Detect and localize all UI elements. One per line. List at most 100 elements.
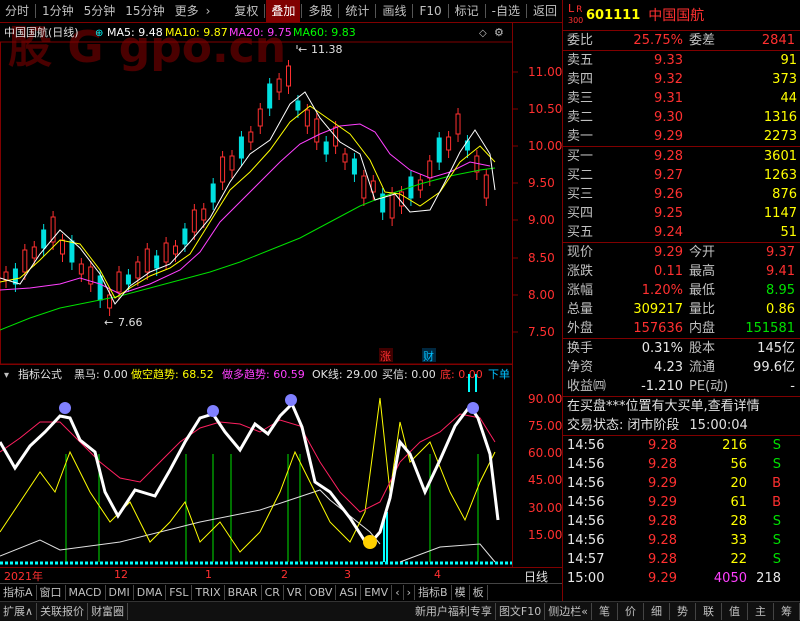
status-tab-shi[interactable]: 势 [670, 603, 696, 620]
notice-link[interactable]: 在买盘***位置有大买单,查看详情 [563, 396, 800, 416]
tab-obv[interactable]: OBV [306, 585, 337, 600]
tab-vr[interactable]: VR [284, 585, 307, 600]
buy-level-row[interactable]: 买三 9.26 876 [563, 185, 800, 204]
sell-level-row[interactable]: 卖二 9.30 1316 [563, 108, 800, 127]
trade-state-label: 交易状态: [567, 418, 624, 433]
status-expand-button[interactable]: 扩展∧ [0, 603, 38, 620]
tab-dma[interactable]: DMA [134, 585, 167, 600]
tick-row[interactable]: 14:56 9.29 61 B [563, 493, 800, 512]
svg-text:←: ← [298, 43, 307, 56]
tab-indicator-a[interactable]: 指标A [0, 585, 37, 600]
status-new-user-link[interactable]: 新用户福利专享 [412, 603, 496, 620]
x-axis-label: 12 [114, 568, 128, 581]
sell-level-price: 9.32 [654, 72, 683, 87]
indicator-tick: 90.00 [528, 392, 562, 406]
buy-level-row[interactable]: 买五 9.24 51 [563, 223, 800, 242]
toolbar-diejia-button[interactable]: 叠加 [266, 0, 301, 22]
svg-text:←: ← [104, 316, 113, 329]
tab-scroll-left-icon[interactable]: ‹ [392, 585, 404, 600]
tick-row[interactable]: 14:56 9.29 20 B [563, 474, 800, 493]
tick-row[interactable]: 14:56 9.28 28 S [563, 512, 800, 531]
status-tab-chou[interactable]: 筹 [774, 603, 800, 620]
diamond-icon[interactable]: ◇ [479, 28, 487, 39]
status-tab-zhu[interactable]: 主 [748, 603, 774, 620]
sell-level-row[interactable]: 卖四 9.32 373 [563, 70, 800, 89]
tab-template-2[interactable]: 板 [470, 585, 488, 600]
toolbar-f10-button[interactable]: F10 [414, 0, 446, 22]
kline-chart-area[interactable]: 股 G gpo.cn 中国国航(日线) ⊕ MA5: 9.48 MA10: 9.… [0, 22, 562, 567]
indicator-zuoduo: 做多趋势: 60.59 [222, 367, 305, 381]
candlesticks[interactable] [3, 60, 489, 316]
tick-row[interactable]: 14:56 9.28 33 S [563, 531, 800, 550]
tab-window[interactable]: 窗口 [37, 585, 66, 600]
toolbar-zixuan-button[interactable]: -自选 [487, 0, 525, 22]
lr-badge[interactable]: L R 300 [568, 3, 584, 26]
toolbar-back-button[interactable]: 返回 [528, 0, 562, 22]
tab-cr[interactable]: CR [262, 585, 284, 600]
buy-level-price: 9.26 [654, 187, 683, 202]
tick-row[interactable]: 14:57 9.28 22 S [563, 550, 800, 569]
tab-template-1[interactable]: 模 [452, 585, 470, 600]
tab-macd[interactable]: MACD [66, 585, 106, 600]
toolbar-tab-15min[interactable]: 15分钟 [120, 0, 169, 22]
status-tab-lian[interactable]: 联 [696, 603, 722, 620]
tab-dmi[interactable]: DMI [106, 585, 134, 600]
tab-asi[interactable]: ASI [336, 585, 362, 600]
tab-fsl[interactable]: FSL [166, 585, 193, 600]
tab-brar[interactable]: BRAR [225, 585, 262, 600]
status-related-quote-button[interactable]: 关联报价 [37, 603, 89, 620]
toolbar-tongji-button[interactable]: 统计 [340, 0, 374, 22]
tick-row[interactable]: 14:56 9.28 216 S [563, 436, 800, 455]
status-tab-xi[interactable]: 细 [644, 603, 670, 620]
sell-level-row[interactable]: 卖一 9.29 2273 [563, 127, 800, 146]
tick-row[interactable]: 15:00 9.29 4050 218 [563, 569, 800, 588]
toolbar-more-button[interactable]: 更多 [170, 0, 204, 22]
price-tick: 11.00 [528, 65, 562, 79]
toolbar-duogu-button[interactable]: 多股 [303, 0, 337, 22]
tick-row[interactable]: 14:56 9.28 56 S [563, 455, 800, 474]
sell-level-price: 9.29 [654, 129, 683, 144]
status-tab-zhi[interactable]: 值 [722, 603, 748, 620]
high-price-label: 11.38 [311, 43, 343, 56]
status-wealth-circle-button[interactable]: 财富圈 [88, 603, 129, 620]
sell-level-row[interactable]: 卖五 9.33 91 [563, 51, 800, 70]
tick-time: 14:56 [567, 495, 605, 510]
toolbar-more-arrow-icon[interactable]: › [204, 0, 213, 22]
candle-body [304, 109, 310, 127]
candle-body [361, 175, 367, 199]
status-f10-button[interactable]: 图文F10 [496, 603, 546, 620]
tab-emv[interactable]: EMV [361, 585, 393, 600]
sell-level-label: 卖四 [567, 72, 594, 87]
indicator-collapse-icon[interactable]: ▾ [4, 370, 9, 381]
stat-label: 外盘 [567, 321, 594, 336]
candle-body [229, 155, 235, 171]
x-axis-label: 2 [281, 568, 288, 581]
tick-volume: 216 [722, 438, 747, 453]
status-sidebar-button[interactable]: 侧边栏« [545, 603, 592, 620]
trend-line-1 [0, 489, 381, 557]
settings-icon[interactable]: ⚙ [494, 26, 504, 39]
toolbar-separator [447, 4, 449, 18]
ma10-line [0, 105, 496, 299]
buy-level-row[interactable]: 买二 9.27 1263 [563, 166, 800, 185]
toolbar-huaxian-button[interactable]: 画线 [377, 0, 411, 22]
status-tab-bi[interactable]: 笔 [592, 603, 618, 620]
tab-trix[interactable]: TRIX [192, 585, 225, 600]
buy-level-row[interactable]: 买四 9.25 1147 [563, 204, 800, 223]
toolbar-tab-fenshi[interactable]: 分时 [0, 0, 34, 22]
toolbar-tab-1min[interactable]: 1分钟 [37, 0, 79, 22]
toolbar-biaoji-button[interactable]: 标记 [450, 0, 484, 22]
candle-body [69, 240, 75, 263]
toolbar-tab-5min[interactable]: 5分钟 [79, 0, 121, 22]
tab-scroll-right-icon[interactable]: › [404, 585, 416, 600]
tick-list[interactable]: 14:56 9.28 216 S 14:56 9.28 56 S 14:56 9… [563, 435, 800, 588]
sell-level-row[interactable]: 卖三 9.31 44 [563, 89, 800, 108]
ma5-label: MA5: 9.48 [107, 26, 163, 39]
status-tab-jia[interactable]: 价 [618, 603, 644, 620]
toolbar-separator [35, 4, 37, 18]
indicator-title[interactable]: 指标公式 [18, 367, 62, 381]
toolbar-fuquan-button[interactable]: 复权 [229, 0, 263, 22]
buy-level-row[interactable]: 买一 9.28 3601 [563, 147, 800, 166]
stat-label: PE(动) [689, 379, 729, 394]
tab-indicator-b[interactable]: 指标B [415, 585, 452, 600]
